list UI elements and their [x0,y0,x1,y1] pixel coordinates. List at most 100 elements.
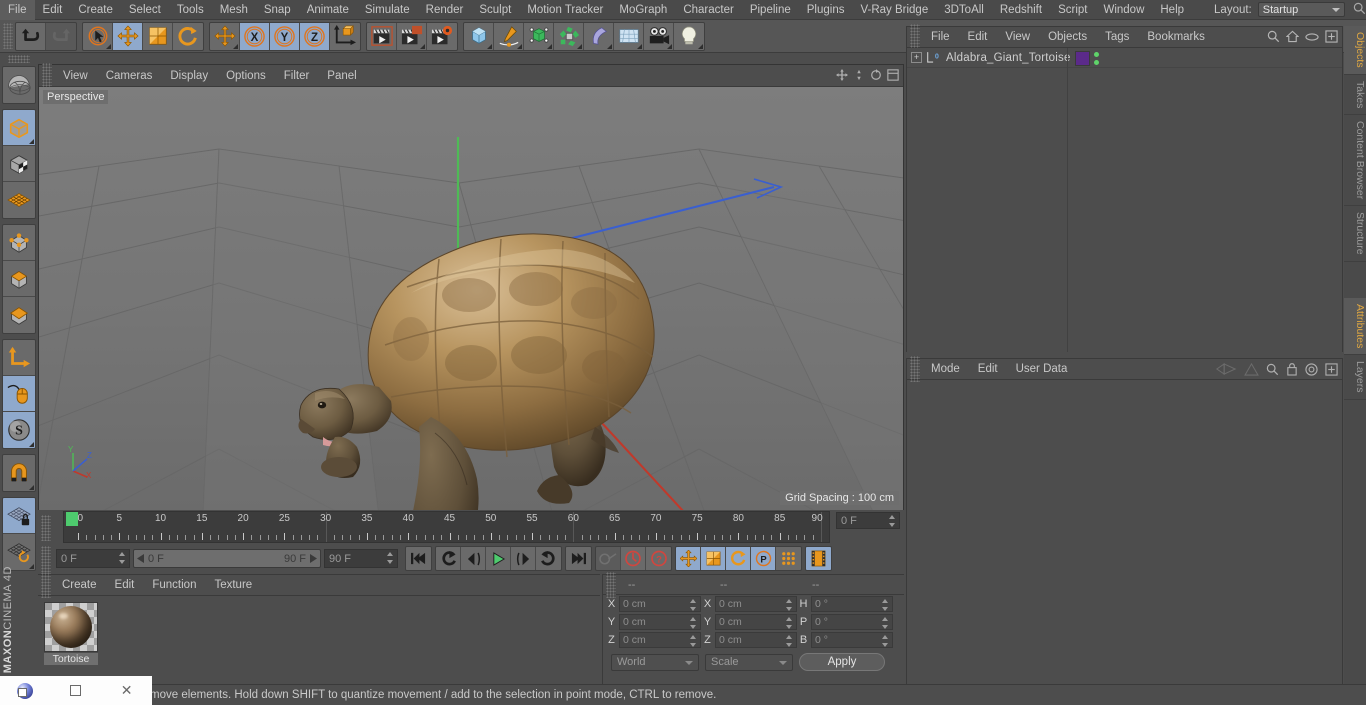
spinner-icon[interactable] [119,552,126,564]
timeline-button[interactable] [806,547,831,570]
range-start-arrow-icon[interactable]: 0 F [137,553,164,565]
viewport-solo-button[interactable] [3,376,35,412]
make-editable-button[interactable] [3,67,35,103]
tab-layers[interactable]: Layers [1344,355,1366,400]
move-alt-tool[interactable] [210,22,240,50]
object-tree[interactable]: + 0 Aldabra_Giant_Tortoise [907,48,1342,352]
position-x-input[interactable]: 0 cm [619,596,701,612]
object-menu-view[interactable]: View [996,31,1039,43]
target-icon[interactable] [1305,362,1318,379]
material-item[interactable]: Tortoise [44,602,98,665]
tab-attributes[interactable]: Attributes [1344,297,1366,356]
record-scale-button[interactable] [701,547,726,570]
enable-snap-button[interactable] [3,455,35,491]
add-spline-button[interactable] [494,22,524,50]
attributes-menu-edit[interactable]: Edit [969,363,1007,375]
material-menu-texture[interactable]: Texture [205,579,261,591]
world-object-axis[interactable] [330,22,360,50]
previous-key-button[interactable] [436,547,461,570]
menu-item-edit[interactable]: Edit [35,0,71,20]
menu-item-simulate[interactable]: Simulate [357,0,418,20]
home-icon[interactable] [1285,30,1300,46]
render-settings-button[interactable] [427,22,457,50]
add-array-button[interactable] [554,22,584,50]
spinner-icon[interactable] [690,599,697,611]
move-tool[interactable] [113,22,143,50]
preview-range-slider[interactable]: 0 F 90 F [133,549,321,568]
viewport-menu-view[interactable]: View [54,70,97,82]
menu-item-mesh[interactable]: Mesh [212,0,256,20]
go-to-end-button[interactable] [566,547,591,570]
range-end-arrow-icon[interactable]: 90 F [284,553,317,565]
viewport-menu-filter[interactable]: Filter [275,70,319,82]
attributes-menu-user-data[interactable]: User Data [1007,363,1077,375]
expand-toggle-icon[interactable]: + [911,52,922,63]
object-manager-grip[interactable] [910,24,920,50]
menu-item-plugins[interactable]: Plugins [799,0,853,20]
menu-item-window[interactable]: Window [1095,0,1152,20]
record-position-button[interactable] [676,547,701,570]
menu-item-sculpt[interactable]: Sculpt [471,0,519,20]
edge-mode-button[interactable] [3,261,35,297]
transport-grip[interactable] [41,545,51,572]
rotation-b-input[interactable]: 0 ° [811,632,893,648]
rotation-h-input[interactable]: 0 ° [811,596,893,612]
timeline-grip[interactable] [41,515,51,541]
spinner-icon[interactable] [786,599,793,611]
workplane-button[interactable] [3,182,35,218]
add-light-button[interactable] [674,22,704,50]
texture-mode-button[interactable] [3,146,35,182]
spinner-icon[interactable] [690,635,697,647]
render-view-button[interactable] [367,22,397,50]
lock-workplane-button[interactable] [3,498,35,534]
timeline-playhead[interactable] [66,512,78,526]
coordinates-grip[interactable] [606,571,616,598]
visibility-dots-icon[interactable] [1094,52,1099,65]
tab-takes[interactable]: Takes [1344,74,1366,116]
material-manager-grip[interactable] [41,572,51,598]
left-toolbar-grip[interactable] [8,55,30,63]
spinner-icon[interactable] [882,617,889,629]
end-frame-field[interactable]: 90 F [324,549,398,568]
current-frame-field[interactable]: 0 F [56,549,130,568]
lock-z-axis[interactable]: Z [300,22,330,50]
nav-up-icon[interactable] [1244,362,1259,379]
object-menu-objects[interactable]: Objects [1039,31,1096,43]
menu-item-vray-bridge[interactable]: V-Ray Bridge [852,0,936,20]
menu-item-script[interactable]: Script [1050,0,1095,20]
object-menu-file[interactable]: File [922,31,959,43]
eye-icon[interactable] [1305,32,1319,45]
rotate-tool[interactable] [173,22,203,50]
position-z-input[interactable]: 0 cm [619,632,701,648]
lock-y-axis[interactable]: Y [270,22,300,50]
add-deformer-button[interactable] [584,22,614,50]
position-y-input[interactable]: 0 cm [619,614,701,630]
tab-structure[interactable]: Structure [1344,206,1366,262]
undo-button[interactable] [16,22,46,50]
menu-item-file[interactable]: File [0,0,35,20]
object-tree-item[interactable]: + 0 Aldabra_Giant_Tortoise [907,48,1342,68]
menu-item-redshift[interactable]: Redshift [992,0,1050,20]
spinner-icon[interactable] [387,552,394,564]
point-mode-button[interactable] [3,225,35,261]
nav-back-icon[interactable] [1215,362,1237,378]
object-menu-bookmarks[interactable]: Bookmarks [1138,31,1214,43]
viewport-menu-options[interactable]: Options [217,70,275,82]
object-menu-tags[interactable]: Tags [1096,31,1138,43]
size-z-input[interactable]: 0 cm [715,632,797,648]
viewport-canvas[interactable]: Y X Z [39,87,903,510]
maximize-icon[interactable] [887,69,899,84]
size-y-input[interactable]: 0 cm [715,614,797,630]
search-icon[interactable] [1266,363,1279,379]
menu-item-snap[interactable]: Snap [256,0,299,20]
soft-selection-button[interactable]: S [3,412,35,448]
record-pla-button[interactable] [776,547,801,570]
polygon-mode-button[interactable] [3,297,35,333]
coordinate-system-dropdown[interactable]: World [611,653,699,671]
toolbar-grip[interactable] [3,23,13,49]
attributes-menu-mode[interactable]: Mode [922,363,969,375]
layout-dropdown[interactable]: Startup [1257,2,1345,17]
next-key-button[interactable] [536,547,561,570]
spinner-icon[interactable] [786,617,793,629]
add-generator-button[interactable] [524,22,554,50]
